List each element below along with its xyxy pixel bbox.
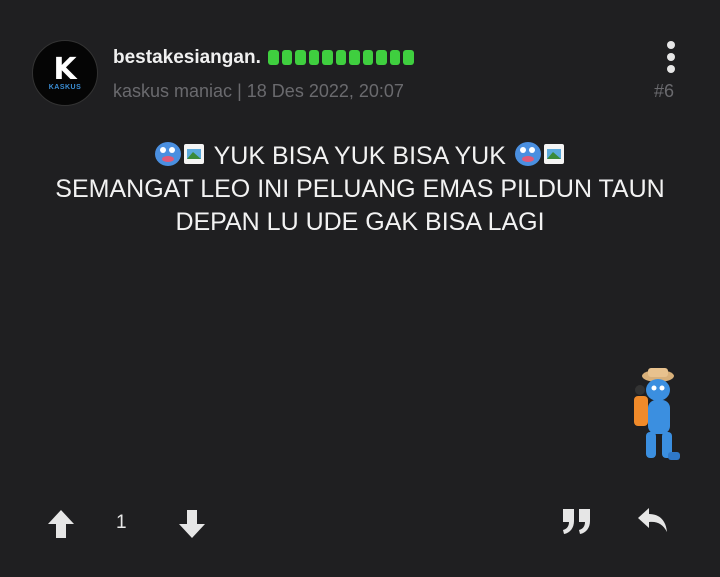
reputation-pip — [389, 50, 400, 65]
vote-count: 1 — [116, 512, 127, 533]
reputation-pip — [362, 50, 373, 65]
post-date: 18 Des 2022, 20:07 — [246, 81, 404, 101]
post-number[interactable]: #6 — [654, 81, 674, 102]
post-line-3: DEPAN LU UDE GAK BISA LAGI — [175, 208, 545, 236]
avatar[interactable]: K KASKUS — [32, 40, 98, 106]
quote-icon[interactable] — [561, 507, 593, 535]
reputation-pip — [268, 50, 279, 65]
reputation-pip — [349, 50, 360, 65]
avatar-brand: KASKUS — [48, 83, 82, 91]
kebab-menu-icon[interactable] — [664, 41, 678, 73]
username[interactable]: bestakesiangan. — [113, 47, 261, 69]
sticker-icon — [634, 368, 680, 460]
meta-separator: | — [237, 81, 242, 101]
user-rank: kaskus maniac — [113, 81, 233, 101]
reputation-pip — [322, 50, 333, 65]
post-line: YUK BISA YUK BISA YUK — [0, 138, 720, 173]
post-line-1: YUK BISA YUK BISA YUK — [213, 142, 506, 170]
avatar-logo: K — [53, 51, 77, 87]
reputation-pip — [295, 50, 306, 65]
reply-icon[interactable] — [637, 506, 669, 536]
upvote-icon[interactable] — [46, 508, 76, 540]
post-meta: kaskus maniac | 18 Des 2022, 20:07 — [113, 81, 404, 102]
reputation-pip — [281, 50, 292, 65]
emoticon-icon — [514, 142, 564, 166]
reputation-bar — [268, 50, 414, 65]
reputation-pip — [335, 50, 346, 65]
reputation-pip — [403, 50, 414, 65]
reputation-pip — [376, 50, 387, 65]
reputation-pip — [308, 50, 319, 65]
emoticon-icon — [155, 142, 205, 166]
post-content: YUK BISA YUK BISA YUK SEMANGAT LEO INI P… — [0, 138, 720, 239]
downvote-icon[interactable] — [177, 508, 207, 540]
post-line-2: SEMANGAT LEO INI PELUANG EMAS PILDUN TAU… — [55, 175, 665, 203]
